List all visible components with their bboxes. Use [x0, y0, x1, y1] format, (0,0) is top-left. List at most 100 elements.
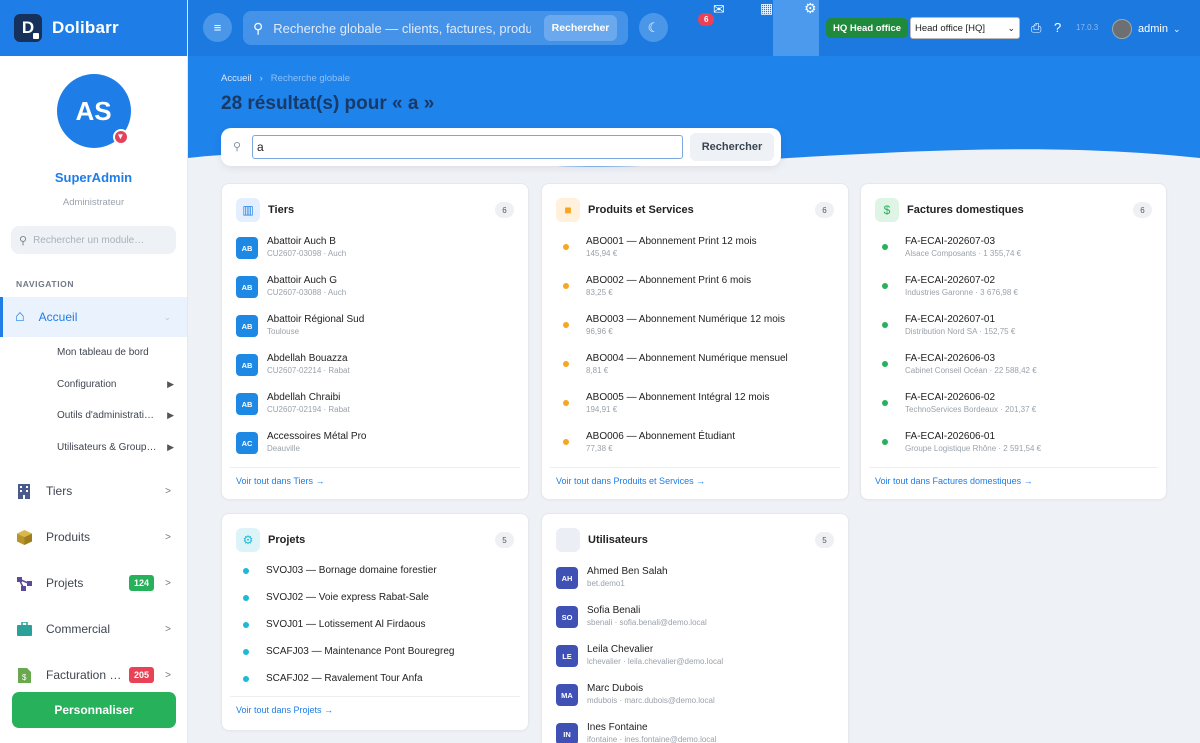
list-item[interactable]: SO Sofia Benali sbenali · sofia.benali@dem… [556, 604, 834, 643]
list-item[interactable]: ABO004 — Abonnement Numérique mensuel 8,8… [556, 352, 834, 391]
card-title: Tiers [268, 204, 295, 216]
sidebar-item-label: Projets [46, 576, 84, 590]
list-item[interactable]: FA-ECAI-202607-02 Industries Garonne · 3 … [875, 274, 1152, 313]
list-item[interactable]: SVOJ02 — Voie express Rabat-Sale [236, 591, 514, 618]
dolibarr-logo-icon: D [14, 14, 42, 42]
breadcrumb-current: Recherche globale [270, 73, 351, 84]
list-item[interactable]: LE Leila Chevalier lchevalier · leila.chev… [556, 643, 834, 682]
card-utilisateurs: Utilisateurs 5 AH Ahmed Ben Salah bet.demo… [541, 513, 849, 743]
item-name: Abattoir Régional Sud [267, 314, 365, 325]
item-name: FA-ECAI-202607-02 [905, 275, 996, 286]
item-sub: Alsace Composants · 1 355,74 € [905, 249, 1022, 258]
view-all-tiers-link[interactable]: Voir tout dans Tiers → [236, 476, 325, 486]
list-item[interactable]: AC Accessoires Métal Pro Deauville [236, 430, 514, 469]
menu-toggle-icon[interactable]: ≡ [203, 13, 232, 42]
list-item[interactable]: FA-ECAI-202606-02 TechnoServices Bordeaux… [875, 391, 1152, 430]
profile-avatar[interactable]: AS ▼ [56, 74, 131, 148]
item-name: Accessoires Métal Pro [267, 431, 367, 442]
status-dot [243, 676, 249, 682]
breadcrumb: Accueil › Recherche globale [221, 73, 350, 84]
sidebar-item-accueil[interactable]: ⌂ Accueil ⌄ [0, 297, 187, 337]
list-item[interactable]: ABO001 — Abonnement Print 12 mois 145,94 … [556, 235, 834, 274]
list-item[interactable]: SCAFJ03 — Maintenance Pont Bouregreg [236, 645, 514, 672]
global-search-input[interactable] [273, 20, 532, 36]
status-dot [563, 283, 569, 289]
sidebar-item-projets[interactable]: Projets 124 > [0, 560, 187, 606]
list-item[interactable]: FA-ECAI-202607-01 Distribution Nord SA · … [875, 313, 1152, 352]
card-count: 5 [495, 532, 514, 548]
chevron-right-icon: > [165, 485, 171, 497]
subitem-label: Configuration [57, 378, 117, 390]
results-search-button[interactable]: Rechercher [690, 133, 774, 161]
sidebar-subitem-dashboard[interactable]: Mon tableau de bord [0, 337, 187, 369]
profile-name[interactable]: SuperAdmin [0, 170, 187, 185]
list-item[interactable]: AB Abdellah Chraibi CU2607-02194 · Rabat [236, 391, 514, 430]
view-all-produits-link[interactable]: Voir tout dans Produits et Services → [556, 476, 705, 486]
list-item[interactable]: ABO003 — Abonnement Numérique 12 mois 96,… [556, 313, 834, 352]
sidebar: D Dolibarr AS ▼ SuperAdmin Administrateur… [0, 0, 188, 743]
status-dot [882, 244, 888, 250]
item-name: Ahmed Ben Salah [587, 566, 668, 577]
gear-icon[interactable]: ⚙ [804, 0, 817, 17]
chevron-right-icon: ▶ [167, 441, 174, 452]
status-dot [563, 322, 569, 328]
chat-icon[interactable]: ✉ [713, 1, 725, 18]
item-sub: 194,91 € [586, 405, 618, 414]
box-icon [16, 529, 32, 545]
item-name: FA-ECAI-202606-03 [905, 353, 996, 364]
user-menu[interactable]: admin ⌄ [1112, 19, 1181, 39]
chevron-right-icon: ▶ [167, 378, 174, 389]
list-item[interactable]: ABO005 — Abonnement Intégral 12 mois 194,… [556, 391, 834, 430]
entity-badge[interactable]: HQ Head office [826, 18, 909, 38]
item-sub: bet.demo1 [587, 579, 625, 588]
list-item[interactable]: AB Abattoir Auch B CU2607-03098 · Auch [236, 235, 514, 274]
global-search-button[interactable]: Rechercher [544, 15, 617, 41]
sidebar-item-label: Commercial [46, 622, 111, 636]
search-icon: ⚲ [19, 234, 28, 247]
customize-button[interactable]: Personnaliser [12, 692, 176, 728]
entity-select[interactable]: Head office [HQ] ⌄ [910, 17, 1020, 39]
calendar-icon[interactable]: ▦ [760, 0, 773, 17]
results-search-input[interactable] [252, 135, 683, 159]
list-item[interactable]: ABO002 — Abonnement Print 6 mois 83,25 € [556, 274, 834, 313]
chevron-right-icon: > [165, 531, 171, 543]
briefcase-icon [16, 621, 32, 637]
list-item[interactable]: AB Abdellah Bouazza CU2607-02214 · Rabat [236, 352, 514, 391]
item-sub: 83,25 € [586, 288, 613, 297]
list-item[interactable]: SVOJ01 — Lotissement Al Firdaous [236, 618, 514, 645]
item-sub: lchevalier · leila.chevalier@demo.local [587, 657, 724, 666]
sidebar-subitem-admin-tools[interactable]: Outils d'administrati… ▶ [0, 400, 187, 432]
list-item[interactable]: FA-ECAI-202606-03 Cabinet Conseil Océan ·… [875, 352, 1152, 391]
list-item[interactable]: SVOJ03 — Bornage domaine forestier [236, 564, 514, 591]
list-item[interactable]: MA Marc Dubois mdubois · marc.dubois@demo.… [556, 682, 834, 721]
module-search-input[interactable]: ⚲ Rechercher un module… [11, 226, 176, 254]
status-dot [882, 361, 888, 367]
sidebar-subitem-configuration[interactable]: Configuration ▶ [0, 369, 187, 401]
list-item[interactable]: SCAFJ02 — Ravalement Tour Anfa [236, 672, 514, 699]
list-item[interactable]: AB Abattoir Auch G CU2607-03088 · Auch [236, 274, 514, 313]
print-icon[interactable]: ⎙ [1031, 20, 1041, 36]
list-item[interactable]: ABO006 — Abonnement Étudiant 77,38 € [556, 430, 834, 469]
dark-mode-toggle-icon[interactable]: ☾ [639, 13, 668, 42]
breadcrumb-home[interactable]: Accueil [221, 73, 252, 84]
list-item[interactable]: AB Abattoir Régional Sud Toulouse [236, 313, 514, 352]
view-all-factures-link[interactable]: Voir tout dans Factures domestiques → [875, 476, 1033, 486]
list-item[interactable]: IN Ines Fontaine ifontaine · ines.fontaine… [556, 721, 834, 743]
sidebar-item-commercial[interactable]: Commercial > [0, 606, 187, 652]
item-sub: CU2607-02214 · Rabat [267, 366, 350, 375]
card-title: Produits et Services [588, 204, 694, 216]
sidebar-item-produits[interactable]: Produits > [0, 514, 187, 560]
chevron-down-icon[interactable]: ▼ [112, 129, 129, 145]
help-icon[interactable]: ? [1054, 20, 1061, 35]
list-item[interactable]: FA-ECAI-202606-01 Groupe Logistique Rhône… [875, 430, 1152, 469]
brand[interactable]: D Dolibarr [0, 0, 187, 56]
item-name: Abdellah Chraibi [267, 392, 341, 403]
item-name: SCAFJ02 — Ravalement Tour Anfa [266, 673, 423, 684]
view-all-projets-link[interactable]: Voir tout dans Projets → [236, 705, 333, 715]
list-item[interactable]: FA-ECAI-202607-03 Alsace Composants · 1 3… [875, 235, 1152, 274]
item-sub: 145,94 € [586, 249, 618, 258]
item-badge: AB [236, 354, 258, 376]
sidebar-item-tiers[interactable]: Tiers > [0, 468, 187, 514]
sidebar-subitem-users-groups[interactable]: Utilisateurs & Group… ▶ [0, 432, 187, 464]
list-item[interactable]: AH Ahmed Ben Salah bet.demo1 [556, 565, 834, 604]
